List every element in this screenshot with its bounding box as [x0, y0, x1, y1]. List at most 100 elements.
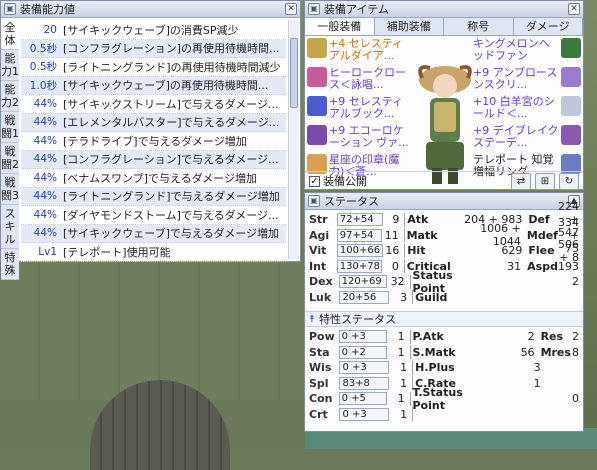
tab-battle-2[interactable]: 戦闘2 — [1, 143, 19, 174]
stat-value-box[interactable]: 0 +5 — [338, 392, 387, 406]
divider — [404, 243, 406, 258]
swap-equip-button[interactable]: ⇄ — [511, 172, 531, 190]
tab-battle-3[interactable]: 戦闘3 — [1, 174, 19, 205]
trait-stat-row: Pow 0 +3 1 P.Atk 2 Res 2 — [309, 329, 579, 345]
equip-public-checkbox[interactable]: ✓ — [309, 175, 320, 187]
equipment-footer: ✓ 装備公開 ⇄ ⊞ ↻ — [305, 171, 583, 190]
stat-point-cost: 3 — [400, 290, 408, 304]
base-stat-row: Luk 20+56 3 Guild — [309, 290, 579, 306]
stat-value-box[interactable]: 20+56 — [339, 290, 390, 304]
tab-damage[interactable]: ダメージ — [513, 18, 583, 35]
stat-name: Dex — [309, 275, 333, 289]
equip-slot-left[interactable]: +4 セレスティアルダイア... — [307, 38, 411, 62]
window-menu-icon[interactable]: ▣ — [308, 195, 320, 207]
stat-value-box[interactable]: 0 +3 — [339, 407, 390, 421]
divider — [412, 407, 414, 422]
stat-value-box[interactable]: 0 +3 — [338, 330, 387, 344]
divider — [412, 290, 414, 305]
derived-stat-label-2: Res — [540, 330, 564, 344]
stat-value-box[interactable]: 0 +2 — [338, 345, 387, 359]
stat-bonus-row: Lv1 [テレポート]使用可能 — [21, 243, 286, 262]
stat-bonus-row: 44% [エレメンタルバスター]で与えるダメージ... — [21, 113, 286, 132]
tab-aux-equip[interactable]: 補助装備 — [374, 18, 444, 35]
stat-point-cost: 11 — [384, 228, 399, 242]
equip-slot-left[interactable]: +9 エコーロケーション ヴァ... — [307, 125, 411, 149]
stat-value-box[interactable]: 83+8 — [339, 376, 390, 390]
derived-stat-label: Matk — [406, 228, 438, 242]
refresh-button[interactable]: ↻ — [559, 172, 579, 190]
derived-stat-value: 2 — [527, 330, 535, 344]
equip-item-name: +4 セレスティアルダイア... — [329, 37, 404, 62]
stat-name: Vit — [309, 244, 327, 258]
derived-stat-value-2: 0 — [572, 392, 579, 406]
divider — [404, 212, 406, 227]
stat-value-box[interactable]: 72+54 — [336, 213, 383, 227]
trait-stat-row: Sta 0 +2 1 S.Matk 56 Mres 8 — [309, 345, 579, 361]
derived-stat-value: 3 — [533, 361, 541, 375]
tab-ability-2[interactable]: 能力2 — [1, 81, 19, 112]
equip-item-icon — [561, 67, 581, 87]
tab-general-equip[interactable]: 一般装備 — [305, 18, 375, 35]
stat-bonus-row: 1.0秒 [サイキックウェーブ]の再使用待機時間... — [21, 76, 286, 95]
tab-skill[interactable]: スキル — [1, 205, 19, 249]
stat-point-cost: 1 — [397, 392, 405, 406]
stat-bonus-value: 20 — [43, 23, 57, 36]
stat-value-box[interactable]: 0 +3 — [339, 361, 390, 375]
close-icon[interactable]: ✕ — [285, 3, 297, 15]
tab-special[interactable]: 特殊 — [1, 249, 19, 280]
window-menu-icon[interactable]: ▣ — [4, 3, 16, 15]
stat-bonus-value: 44% — [33, 153, 57, 166]
equip-item-name: キングメロンヘッドファン — [473, 37, 550, 62]
stats-scrollbar[interactable] — [288, 20, 299, 259]
stat-point-cost: 1 — [400, 361, 408, 375]
derived-stat-label-2: Def — [528, 213, 550, 227]
stat-bonus-description: [サイキックウェーブ]で与えるダメージ増加 — [63, 227, 280, 241]
tab-title[interactable]: 称号 — [444, 18, 514, 35]
base-status-grid: Str 72+54 9 Atk 204 + 983 Def 224 + 547 Agi 97+5… — [305, 200, 583, 307]
divider — [412, 360, 414, 375]
tab-battle-1[interactable]: 戦闘1 — [1, 112, 19, 143]
derived-stat-value-2: 2 — [572, 275, 579, 289]
equip-slot-right[interactable]: +9 デイブレイクステーデ... — [473, 125, 581, 149]
stat-bonus-row: 44% [サイキックウェーブ]で与えるダメージ増加 — [21, 224, 286, 243]
derived-stat-label: H.Plus — [415, 361, 455, 375]
derived-stat-value-2: 193 — [557, 259, 579, 273]
window-menu-icon[interactable]: ▣ — [308, 3, 320, 15]
character-portrait — [418, 65, 472, 184]
equip-slot-right[interactable]: キングメロンヘッドファン — [473, 38, 581, 62]
base-stat-row: Vit 100+66 16 Hit 629 Flee 506 + 8 — [309, 238, 579, 264]
equipment-buttons: ⇄ ⊞ ↻ — [511, 172, 579, 190]
stat-bonus-description: [ベナムスワンプ]で与えるダメージ増加 — [63, 171, 258, 185]
status-titlebar[interactable]: ▣ ステータス ▲ — [305, 193, 583, 210]
equip-slot-left[interactable]: ヒーロークロース＜詠唱... — [307, 67, 411, 91]
scrollbar-thumb[interactable] — [290, 38, 298, 108]
equipment-items-titlebar[interactable]: ▣ 装備アイテム ✕ — [305, 1, 583, 18]
stat-value-box[interactable]: 130+78 — [336, 259, 383, 273]
divider — [409, 391, 411, 406]
derived-stat-label: Atk — [407, 213, 429, 227]
status-title: ステータス — [324, 195, 379, 208]
stat-value-box[interactable]: 120+69 — [338, 275, 387, 289]
divider — [409, 329, 411, 344]
close-icon[interactable]: ✕ — [568, 3, 580, 15]
equipment-items-window: ▣ 装備アイテム ✕ 一般装備 補助装備 称号 ダメージ +4 セレスティアルダ… — [304, 0, 584, 190]
derived-stat-label-2: Mres — [540, 345, 571, 359]
stat-name: Pow — [309, 330, 335, 344]
equip-slot-right[interactable]: +9 アンブロースンスクリ... — [473, 67, 581, 91]
trait-status-header[interactable]: ⯭ 特性ステータス — [305, 311, 583, 327]
stat-value-box[interactable]: 97+54 — [336, 228, 383, 242]
tab-all[interactable]: 全体 — [1, 19, 19, 50]
stat-bonus-description: [コンフラグレーション]の再使用待機時間... — [63, 42, 280, 56]
derived-stat-label: Hit — [407, 244, 426, 258]
chevron-up-icon[interactable]: ⯭ — [309, 314, 315, 325]
equip-slot-right[interactable]: +10 白羊宮のシールド＜... — [473, 96, 581, 120]
stat-bonus-row: 44% [ベナムスワンプ]で与えるダメージ増加 — [21, 169, 286, 188]
tab-ability-1[interactable]: 能力1 — [1, 50, 19, 81]
stat-bonus-value: 44% — [33, 190, 57, 203]
compare-button[interactable]: ⊞ — [535, 172, 555, 190]
stat-value-box[interactable]: 100+66 — [336, 244, 383, 258]
equipment-stats-window: ▣ 装備能力値 ✕ 全体 能力1 能力2 戦闘1 戦闘2 戦闘3 スキル 特殊 … — [0, 0, 301, 280]
equip-slot-left[interactable]: +9 セレスティアルブック... — [307, 96, 411, 120]
equipment-tabs: 一般装備 補助装備 称号 ダメージ — [305, 18, 583, 36]
equipment-stats-titlebar[interactable]: ▣ 装備能力値 ✕ — [1, 1, 300, 18]
